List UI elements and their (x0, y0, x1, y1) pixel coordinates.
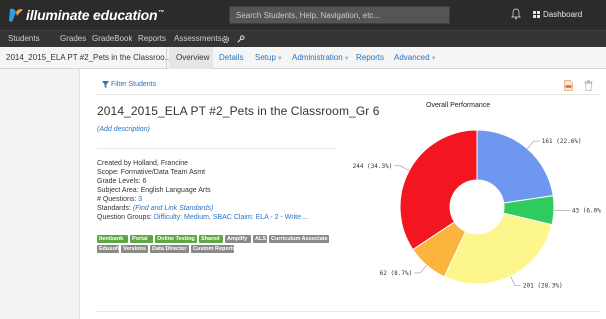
filter-students-label: Filter Students (111, 81, 157, 88)
label-leader-line (414, 265, 427, 274)
chevron-down-icon: ▼ (430, 56, 437, 62)
tag-badge: ALS (253, 235, 267, 243)
trash-icon[interactable] (584, 80, 593, 91)
dashboard-label: Dashboard (543, 10, 583, 19)
data-label: 161 (22.6%) (542, 138, 582, 145)
data-label: 201 (28.3%) (523, 282, 563, 289)
tab-setup[interactable]: Setup▼ (255, 53, 283, 62)
nav-grades[interactable]: Grades (60, 34, 86, 43)
tag-badge: Curriculum Associate (269, 235, 329, 243)
tab-advanced[interactable]: Advanced▼ (394, 53, 437, 62)
nav-gradebook[interactable]: GradeBook (92, 34, 132, 43)
question-count-link[interactable]: 3 (138, 196, 142, 203)
standards-label: Standards: (97, 205, 131, 212)
find-link-standards-link[interactable]: (Find and Link Standards) (133, 205, 214, 212)
divider (95, 311, 600, 312)
wrench-icon[interactable] (236, 35, 245, 44)
tag-badge: Custom Reports (191, 245, 236, 253)
page-title: 2014_2015_ELA PT #2_Pets in the Classroo… (97, 104, 380, 118)
label-leader-line (510, 276, 521, 286)
question-count: # Questions: 3 (97, 196, 142, 203)
nav-reports[interactable]: Reports (138, 34, 166, 43)
search-input[interactable]: Search Students, Help, Navigation, etc..… (229, 6, 450, 24)
grid-icon (533, 11, 540, 18)
chevron-down-icon: ▼ (276, 56, 283, 62)
standards: Standards: (Find and Link Standards) (97, 205, 213, 212)
subject-area: Subject Area: English Language Arts (97, 187, 211, 194)
tag-badge: Online Testing (155, 235, 197, 243)
tab-details[interactable]: Details (219, 53, 243, 62)
nav-assessments[interactable]: Assessments (174, 34, 222, 43)
main-nav: Students Grades GradeBook Reports Assess… (0, 30, 606, 47)
pie-slice-201[interactable] (443, 212, 553, 285)
data-label: 62 (8.7%) (380, 270, 413, 277)
brand-logo[interactable]: illuminate education™ (6, 6, 164, 24)
divider (166, 47, 167, 69)
data-label: 43 (6.0%) (572, 208, 602, 215)
label-leader-line (394, 165, 410, 171)
nav-students[interactable]: Students (8, 34, 40, 43)
grade-levels: Grade Levels: 6 (97, 178, 147, 185)
tag-badge: Amplify (225, 235, 251, 243)
dashboard-link[interactable]: Dashboard (533, 10, 582, 19)
assessment-tabs-bar: 2014_2015_ELA PT #2_Pets in the Classroo… (0, 47, 606, 69)
created-by: Created by Holland, Francine (97, 160, 189, 167)
divider (95, 94, 600, 95)
question-groups-link[interactable]: Difficulty: Medium, SBAC Claim: ELA - 2 … (154, 214, 309, 221)
filter-students-button[interactable]: Filter Students (102, 81, 156, 88)
chart-title: Overall Performance (426, 102, 491, 109)
gear-icon[interactable] (221, 35, 230, 44)
breadcrumb[interactable]: 2014_2015_ELA PT #2_Pets in the Classroo… (6, 53, 171, 62)
filter-icon (102, 81, 109, 88)
tag-badge: Edusoft (97, 245, 120, 253)
tag-badge: Portal (130, 235, 153, 243)
illuminate-logo-icon (9, 8, 23, 22)
tab-reports[interactable]: Reports (356, 53, 384, 62)
bell-icon[interactable] (511, 8, 521, 20)
divider (97, 148, 337, 149)
left-sidebar (0, 69, 80, 319)
data-label: 244 (34.3%) (353, 163, 393, 170)
tag-badge: Itembank (97, 235, 128, 243)
tab-overview[interactable]: Overview (176, 53, 209, 62)
pdf-icon[interactable] (564, 80, 573, 91)
chevron-down-icon: ▼ (343, 56, 350, 62)
tag-badge: Data Director (150, 245, 189, 253)
add-description-link[interactable]: (Add description) (97, 126, 150, 133)
overall-performance-chart: 161 (22.6%) 43 (6.0%) 201 (28.3%) 62 (8.7%)… (353, 129, 602, 289)
label-leader-line (527, 140, 540, 149)
tag-badge: Shared (199, 235, 223, 243)
tag-badge: Versions (121, 245, 148, 253)
question-groups: Question Groups: Difficulty: Medium, SBA… (97, 214, 309, 221)
tab-administration-label: Administration (292, 53, 343, 62)
tab-administration[interactable]: Administration▼ (292, 53, 350, 62)
question-groups-label: Question Groups: (97, 214, 152, 221)
tab-advanced-label: Advanced (394, 53, 430, 62)
question-count-label: # Questions: (97, 196, 137, 203)
tab-setup-label: Setup (255, 53, 276, 62)
brand-trademark: ™ (158, 10, 165, 17)
scope: Scope: Formative/Data Team Asmt (97, 169, 206, 176)
brand-name: illuminate education (26, 7, 158, 23)
